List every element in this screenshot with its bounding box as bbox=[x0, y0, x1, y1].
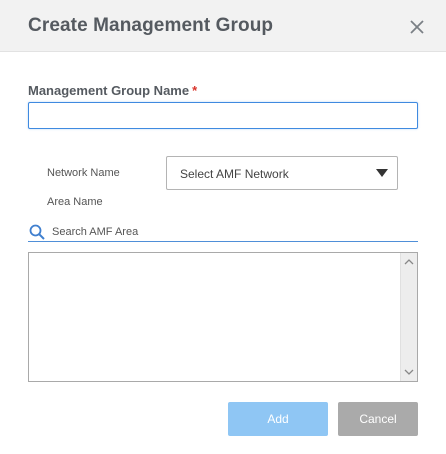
search-icon bbox=[29, 224, 45, 240]
cancel-button[interactable]: Cancel bbox=[338, 402, 418, 436]
close-icon bbox=[410, 20, 424, 34]
dialog-title: Create Management Group bbox=[28, 15, 274, 36]
area-search-box bbox=[28, 223, 418, 242]
area-name-label: Area Name bbox=[47, 196, 103, 208]
management-group-name-label: Management Group Name * bbox=[28, 83, 197, 98]
create-management-group-dialog: Create Management Group Management Group… bbox=[0, 0, 446, 454]
close-button[interactable] bbox=[404, 14, 430, 40]
management-group-name-input[interactable] bbox=[28, 102, 418, 129]
area-search-input[interactable] bbox=[52, 224, 412, 240]
dialog-header: Create Management Group bbox=[0, 0, 446, 52]
required-marker: * bbox=[192, 83, 198, 98]
network-name-label: Network Name bbox=[47, 167, 120, 179]
add-button[interactable]: Add bbox=[228, 402, 328, 436]
area-list-scrollbar[interactable] bbox=[400, 253, 417, 381]
area-list[interactable] bbox=[28, 252, 418, 382]
caret-down-icon bbox=[376, 169, 388, 177]
network-name-select-value: Select AMF Network bbox=[180, 167, 289, 181]
scroll-up-icon[interactable] bbox=[404, 258, 414, 265]
management-group-name-label-text: Management Group Name bbox=[28, 83, 190, 98]
scroll-down-icon[interactable] bbox=[404, 369, 414, 376]
network-name-select[interactable]: Select AMF Network bbox=[166, 156, 398, 190]
